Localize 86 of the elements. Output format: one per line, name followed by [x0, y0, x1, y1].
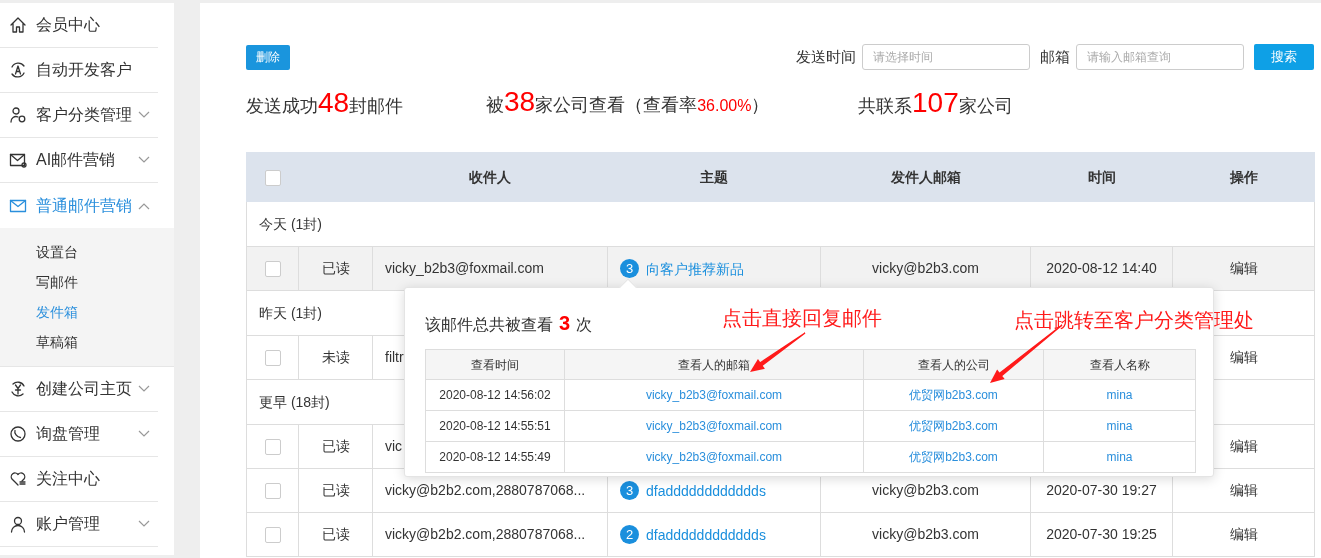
- group-label: 更早 (18封): [259, 393, 330, 410]
- stat-text: 被38家公司查看（查看率36.00%）: [486, 85, 771, 119]
- phone-icon: [9, 425, 27, 443]
- count-badge: 3: [620, 259, 639, 279]
- edit-link[interactable]: 编辑: [1229, 260, 1258, 276]
- email-search-field[interactable]: 请输入邮箱查询: [1076, 44, 1244, 70]
- yen-icon: [9, 380, 27, 398]
- submenu-item[interactable]: 写邮件: [0, 267, 174, 297]
- chevron-down-icon: [138, 385, 150, 393]
- checkbox[interactable]: [264, 439, 281, 456]
- date-field[interactable]: 请选择时间: [862, 44, 1030, 70]
- edit-link[interactable]: 编辑: [1229, 438, 1258, 454]
- column-header: 主题: [700, 168, 728, 185]
- heart-icon: [9, 470, 27, 488]
- checkbox[interactable]: [264, 483, 281, 500]
- edit-link[interactable]: 编辑: [1229, 482, 1258, 498]
- submenu-item[interactable]: 草稿箱: [0, 327, 174, 357]
- sidebar-item[interactable]: 创建公司主页: [0, 367, 158, 412]
- sidebar-item[interactable]: 询盘管理: [0, 412, 158, 457]
- home-icon: [9, 16, 27, 34]
- column-header: 时间: [1087, 168, 1116, 185]
- table-cell-text: 2020-07-30 19:27: [1046, 482, 1157, 498]
- chevron-down-icon: [138, 520, 150, 528]
- sidebar-item[interactable]: 会员中心: [0, 3, 158, 48]
- column-header: 查看人名称: [1089, 357, 1150, 372]
- sidebar-item[interactable]: 客户分类管理: [0, 93, 158, 138]
- table-cell-text: 已读: [321, 482, 350, 498]
- table-cell-text: 已读: [321, 526, 350, 542]
- annotation-text: 点击跳转至客户分类管理处: [1014, 308, 1254, 333]
- column-header: 查看人的邮箱: [678, 357, 750, 372]
- chevron-down-icon: [138, 156, 150, 164]
- name-link[interactable]: mina: [1106, 419, 1133, 433]
- chevron-up-icon: [138, 201, 150, 210]
- subject-link[interactable]: dfadddddddddddds: [646, 482, 766, 499]
- count-badge: 2: [620, 525, 639, 545]
- table-cell-text: 已读: [321, 438, 350, 454]
- refresh-icon: [9, 61, 27, 79]
- sidebar-item[interactable]: AI邮件营销: [0, 138, 158, 183]
- field-label: 发送时间: [796, 46, 856, 67]
- subject-link[interactable]: dfadddddddddddds: [646, 526, 766, 543]
- field-label: 邮箱: [1040, 46, 1070, 67]
- table-cell-text: vicky@b2b3.com: [872, 260, 979, 276]
- table-cell-text: filtr: [385, 349, 404, 365]
- table-cell-text: 2020-08-12 14:55:51: [439, 419, 551, 433]
- column-header: 发件人邮箱: [890, 168, 961, 185]
- name-link[interactable]: mina: [1106, 450, 1133, 464]
- table-cell-text: 2020-08-12 14:40: [1046, 260, 1157, 276]
- submenu-item[interactable]: 设置台: [0, 237, 174, 267]
- annotation-text: 点击直接回复邮件: [722, 306, 882, 331]
- user-icon: [9, 515, 27, 533]
- checkbox[interactable]: [264, 527, 281, 544]
- table-cell-text: vic: [385, 438, 403, 454]
- stat-text: 发送成功48封邮件: [246, 86, 405, 120]
- checkbox[interactable]: [264, 169, 281, 186]
- group-label: 今天 (1封): [259, 215, 322, 232]
- edit-link[interactable]: 编辑: [1229, 349, 1258, 365]
- column-header: 查看人的公司: [917, 357, 990, 372]
- column-header: 收件人: [469, 168, 511, 185]
- chevron-down-icon: [138, 111, 150, 119]
- popover-title: 该邮件总共被查看 3 次: [425, 311, 593, 336]
- column-header: 查看时间: [471, 357, 519, 372]
- table-cell-text: 2020-08-12 14:55:49: [439, 450, 551, 464]
- checkbox[interactable]: [264, 350, 281, 367]
- checkbox[interactable]: [264, 261, 281, 278]
- table-cell-text: 2020-08-12 14:56:02: [439, 388, 551, 402]
- table-cell-text: 未读: [321, 349, 350, 365]
- stat-text: 共联系107家公司: [858, 86, 1014, 120]
- user-gear-icon: [9, 106, 27, 124]
- count-badge: 3: [620, 481, 639, 501]
- sidebar-item[interactable]: 普通邮件营销: [0, 183, 158, 228]
- table-cell-text: vicky@b2b2.com,2880787068...: [385, 482, 586, 498]
- table-cell-text: 已读: [321, 260, 350, 276]
- mail-gear-icon: [9, 151, 27, 169]
- sidebar-item[interactable]: 账户管理: [0, 502, 158, 547]
- table-cell-text: vicky@b2b2.com,2880787068...: [385, 526, 586, 542]
- edit-link[interactable]: 编辑: [1229, 526, 1258, 542]
- group-label: 昨天 (1封): [259, 304, 322, 321]
- sidebar-item[interactable]: 关注中心: [0, 457, 158, 502]
- sidebar-item[interactable]: 自动开发客户: [0, 48, 158, 93]
- name-link[interactable]: mina: [1106, 388, 1133, 402]
- column-header: 操作: [1229, 168, 1258, 185]
- table-cell-text: vicky_b2b3@foxmail.com: [385, 260, 544, 276]
- table-cell-text: vicky@b2b3.com: [872, 526, 979, 542]
- chevron-down-icon: [138, 430, 150, 438]
- table-cell-text: vicky@b2b3.com: [872, 482, 979, 498]
- table-cell-text: 2020-07-30 19:25: [1046, 526, 1157, 542]
